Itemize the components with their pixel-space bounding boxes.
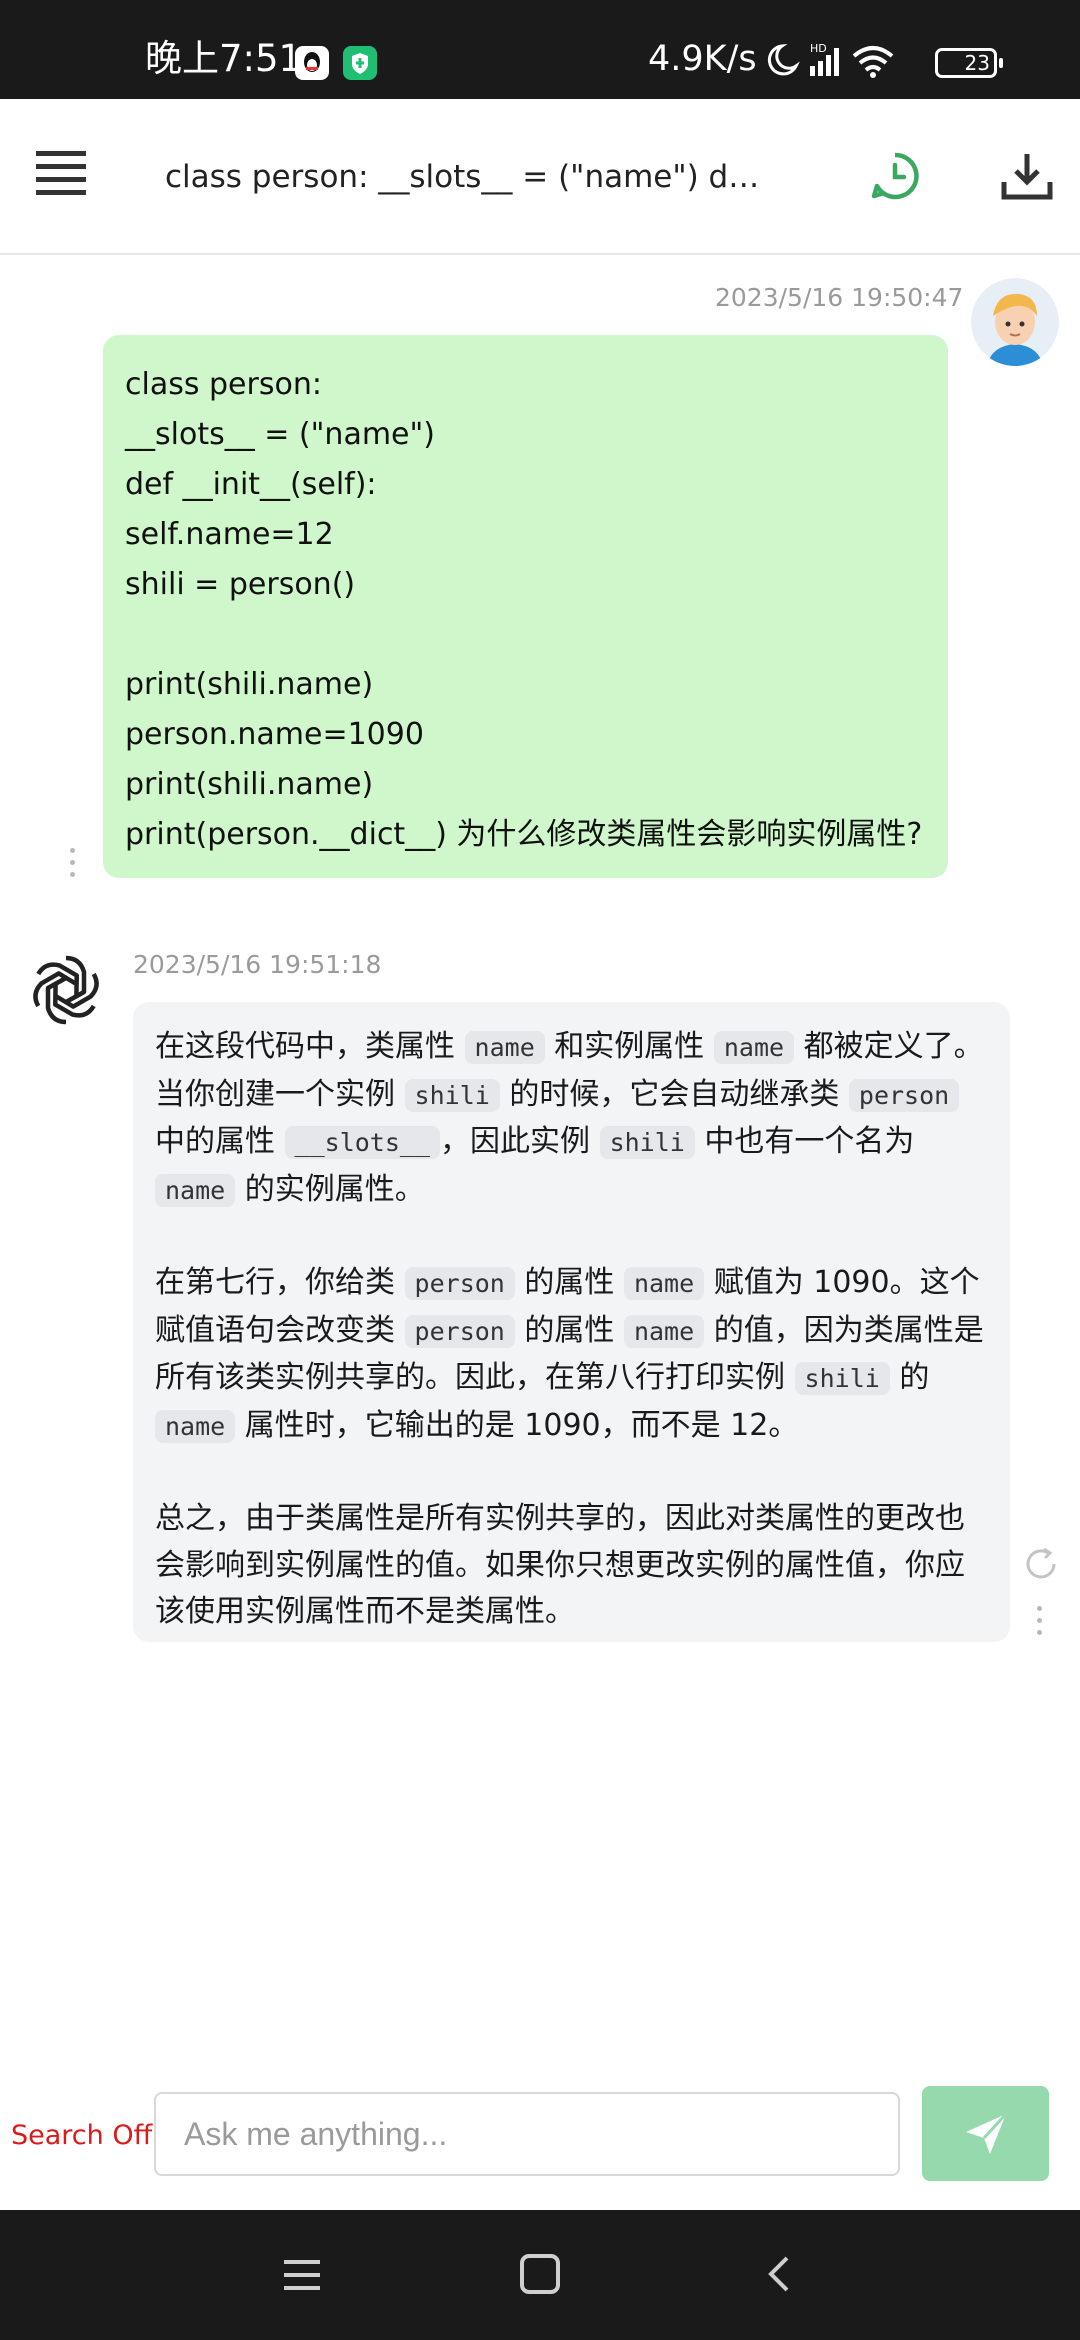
inline-code: person — [848, 1078, 960, 1112]
conversation-title: class person: __slots__ = ("name") def _… — [165, 159, 775, 195]
text: 中也有一个名为 — [694, 1124, 915, 1159]
user-message-line: print(shili.name) — [125, 667, 374, 702]
user-message-bubble[interactable]: class person: __slots__ = ("name") def _… — [103, 335, 948, 878]
wifi-icon — [852, 46, 894, 78]
inline-code: name — [155, 1173, 236, 1207]
openai-logo-icon — [26, 950, 106, 1030]
user-message-timestamp: 2023/5/16 19:50:47 — [715, 283, 964, 312]
status-icons: HD — [762, 40, 927, 80]
user-message-line: print(shili.name) — [125, 767, 374, 802]
menu-button[interactable] — [36, 151, 86, 197]
text: 在第七行，你给类 — [155, 1265, 405, 1300]
status-bar: 晚上7:51 4.9K/s HD 23 — [0, 0, 1080, 99]
text: 属性时，它输出的是 1090，而不是 12。 — [235, 1407, 799, 1443]
recents-icon[interactable] — [282, 2255, 322, 2295]
moon-icon — [767, 43, 800, 76]
send-button[interactable] — [922, 2086, 1049, 2181]
text: 在这段代码中，类属性 — [155, 1029, 465, 1064]
inline-code: name — [713, 1031, 795, 1064]
text: 的属性 — [514, 1312, 624, 1348]
bot-message-bubble[interactable]: 在这段代码中，类属性 name 和实例属性 name 都被定义了。当你创建一个实… — [133, 1002, 1010, 1642]
text: 的 — [889, 1360, 930, 1395]
network-speed: 4.9K/s — [648, 39, 757, 79]
text: 的时候，它会自动继承类 — [499, 1076, 849, 1112]
text: 的属性 — [514, 1265, 624, 1300]
bot-paragraph-1: 在这段代码中，类属性 name 和实例属性 name 都被定义了。当你创建一个实… — [155, 1024, 988, 1214]
battery-icon: 23 — [935, 48, 1003, 78]
download-icon[interactable] — [1000, 150, 1054, 202]
inline-code: shili — [404, 1078, 500, 1112]
inline-code: __slots__ — [284, 1126, 441, 1159]
inline-code: name — [623, 1267, 705, 1300]
user-message-line — [125, 610, 926, 660]
regenerate-icon[interactable] — [1022, 1545, 1060, 1583]
qq-icon — [295, 46, 329, 80]
inline-code: name — [155, 1409, 236, 1443]
user-message-line: def __init__(self): — [125, 467, 377, 502]
user-message-line: person.name=1090 — [125, 717, 424, 752]
text: ，因此实例 — [440, 1124, 600, 1159]
ask-input[interactable] — [154, 2092, 900, 2176]
svg-text:HD: HD — [810, 42, 827, 55]
history-icon[interactable] — [869, 150, 921, 202]
inline-code: person — [404, 1314, 515, 1348]
inline-code: shili — [599, 1126, 695, 1159]
user-message-line: class person: — [125, 367, 322, 402]
send-icon — [966, 2112, 1008, 2154]
text: 和实例属性 — [544, 1029, 714, 1064]
user-message-line: shili = person() — [125, 567, 356, 602]
user-message-line: self.name=12 — [125, 517, 334, 552]
bot-message-timestamp: 2023/5/16 19:51:18 — [133, 950, 382, 979]
system-nav-bar — [0, 2210, 1080, 2340]
user-avatar — [971, 278, 1059, 366]
app-header: class person: __slots__ = ("name") def _… — [0, 99, 1080, 255]
chat-screen: 晚上7:51 4.9K/s HD 23 class person: __slot… — [0, 0, 1080, 2340]
status-time: 晚上7:51 — [145, 37, 303, 80]
user-message-more-icon[interactable] — [70, 848, 78, 884]
user-message-line: __slots__ = ("name") — [125, 417, 436, 452]
bot-message-more-icon[interactable] — [1037, 1606, 1045, 1642]
user-message-line: print(person.__dict__) 为什么修改类属性会影响实例属性? — [125, 817, 923, 852]
home-icon[interactable] — [520, 2254, 560, 2294]
search-toggle[interactable]: Search Off — [11, 2120, 152, 2151]
text: 的实例属性。 — [235, 1171, 425, 1207]
shield-icon — [343, 46, 377, 80]
bot-paragraph-3: 总之，由于类属性是所有实例共享的，因此对类属性的更改也会影响到实例属性的值。如果… — [155, 1501, 965, 1629]
inline-code: shili — [794, 1362, 890, 1395]
inline-code: name — [464, 1031, 545, 1064]
back-icon[interactable] — [760, 2254, 800, 2294]
text: 中的属性 — [155, 1124, 285, 1159]
bot-paragraph-2: 在第七行，你给类 person 的属性 name 赋值为 1090。这个赋值语句… — [155, 1260, 988, 1450]
inline-code: name — [623, 1314, 705, 1348]
hd-signal-icon: HD — [810, 42, 839, 76]
inline-code: person — [404, 1267, 515, 1300]
